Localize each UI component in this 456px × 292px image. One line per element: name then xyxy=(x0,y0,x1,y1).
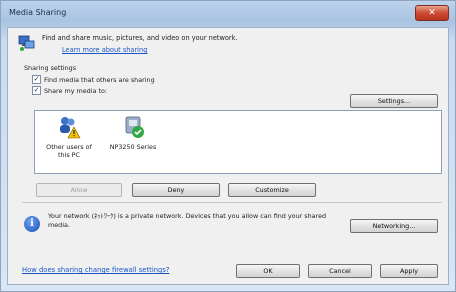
find-media-label: Find media that others are sharing xyxy=(44,75,155,84)
device-other-users[interactable]: Other users of this PC xyxy=(39,115,99,159)
media-sharing-window: Media Sharing ✕ Find and share music, pi… xyxy=(0,0,456,292)
divider xyxy=(22,202,442,203)
share-media-checkbox[interactable]: ✓ xyxy=(32,86,41,95)
sharing-settings-label: Sharing settings xyxy=(24,64,77,72)
media-sharing-icon xyxy=(18,35,35,51)
device-label-line1: NP3250 Series xyxy=(109,143,157,151)
title-bar[interactable]: Media Sharing ✕ xyxy=(1,1,455,25)
device-label-line1: Other users of xyxy=(46,143,92,151)
users-warning-icon xyxy=(60,117,81,139)
learn-more-link[interactable]: Learn more about sharing xyxy=(62,46,147,54)
customize-button[interactable]: Customize xyxy=(228,183,316,197)
close-button[interactable]: ✕ xyxy=(415,5,449,21)
settings-button[interactable]: Settings... xyxy=(350,94,438,108)
info-icon: i xyxy=(24,216,40,232)
network-status-text: Your network (ﾈｯﾄﾜｰｸ) is a private netwo… xyxy=(48,212,327,229)
device-list[interactable]: Other users of this PC NP3250 Series xyxy=(34,110,442,174)
find-media-row[interactable]: ✓ Find media that others are sharing xyxy=(32,75,155,84)
projector-check-icon xyxy=(125,116,144,138)
find-media-checkbox[interactable]: ✓ xyxy=(32,75,41,84)
allow-button[interactable]: Allow xyxy=(36,183,122,197)
device-label-line2: this PC xyxy=(57,151,80,159)
deny-button[interactable]: Deny xyxy=(132,183,220,197)
cancel-button[interactable]: Cancel xyxy=(308,264,372,278)
device-np3250[interactable]: NP3250 Series xyxy=(103,115,163,151)
dialog-body: Find and share music, pictures, and vide… xyxy=(7,27,449,285)
window-title: Media Sharing xyxy=(9,8,67,17)
share-media-label: Share my media to: xyxy=(44,86,108,95)
apply-button[interactable]: Apply xyxy=(380,264,438,278)
networking-button[interactable]: Networking... xyxy=(350,219,438,233)
firewall-settings-link[interactable]: How does sharing change firewall setting… xyxy=(22,266,169,274)
share-media-row[interactable]: ✓ Share my media to: xyxy=(32,86,107,95)
intro-text: Find and share music, pictures, and vide… xyxy=(42,34,238,42)
ok-button[interactable]: OK xyxy=(236,264,300,278)
